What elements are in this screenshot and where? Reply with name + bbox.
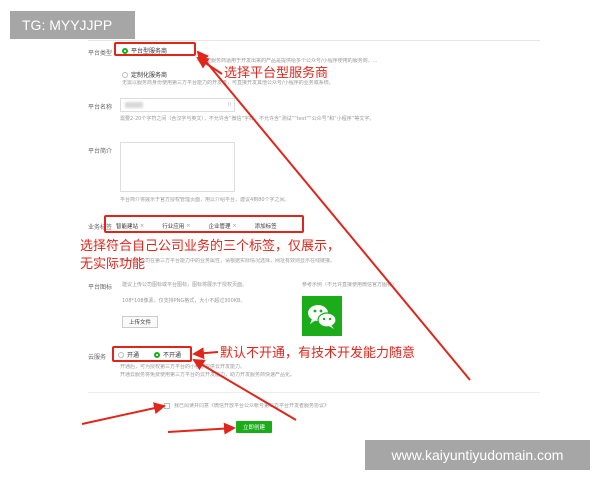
radio-custom-service-provider[interactable]: 定制化服务商 — [122, 70, 167, 79]
upload-file-button[interactable]: 上传文件 — [122, 316, 158, 328]
platform-name-input[interactable]: 0 — [120, 98, 235, 112]
platform-intro-textarea[interactable] — [120, 142, 235, 192]
platform-icon-example-label: 参考示例（不允许直接使用微信官方图标） — [302, 282, 398, 288]
wechat-logo-icon — [302, 296, 342, 336]
watermark-bottom-right: www.kaiyuntiyudomain.com — [365, 440, 590, 470]
top-divider — [88, 40, 540, 41]
platform-intro-label: 平台简介 — [88, 148, 113, 155]
platform-name-hint: 需要2-20个字符之间（含汉字与英文），不允许含“微信”字样，不允许含“测试”“… — [120, 116, 375, 122]
platform-icon-spec: 108*108像素，仅支持PNG格式，大小不超过300KB。 — [122, 298, 246, 304]
bottom-divider — [88, 392, 540, 393]
platform-name-label: 平台名称 — [88, 104, 113, 111]
platform-icon-label: 平台图标 — [88, 284, 113, 291]
business-tags-hint: 用于标识公司在第三方平台能力中的业务属性，请根据实际情况选择，网址有效则显示在线… — [120, 258, 336, 264]
platform-name-value-blurred — [125, 102, 143, 108]
arrow-to-agreement — [81, 402, 166, 425]
platform-type-hint-top: 平台型服务商适用于开发出来的产品是提供给多个公众号/小程序使用的服务商，... — [196, 58, 378, 64]
cloud-service-label: 云服务 — [88, 354, 107, 361]
arrow-to-submit — [167, 422, 236, 435]
cloud-service-hint2: 开通后，可为授权第三方平台的小程序提供云开发能力。 — [120, 364, 246, 370]
screenshot: 平台类型 平台型服务商 平台型服务商适用于开发出来的产品是提供给多个公众号/小程… — [0, 0, 600, 480]
arrow-to-cloud-service — [192, 347, 219, 360]
platform-intro-hint: 平台简介将展示于官方授权管理页面，用以介绍平台，建议4到80个字之间。 — [120, 197, 290, 203]
platform-type-label: 平台类型 — [88, 50, 113, 57]
cloud-service-hint: 开通云服务将免费使用第三方平台的云开发能力，助力开发服务商快速产品化。 — [120, 372, 296, 378]
agreement-text: 我已阅读并同意《微信开放平台公众帐号第三方平台开发者服务协议》 — [174, 403, 330, 409]
annotation-platform-type: 选择平台型服务商 — [224, 66, 329, 81]
create-now-button[interactable]: 立即创建 — [236, 421, 272, 433]
platform-icon-hint: 建议上传公司图标或平台图标，图标将展示于授权页面。 — [122, 282, 248, 288]
highlight-platform-type — [114, 42, 196, 56]
annotation-tags-line1: 选择符合自己公司业务的三个标签，仅展示， — [80, 239, 341, 254]
platform-name-char-count: 0 — [227, 102, 231, 108]
highlight-business-tags — [104, 215, 304, 233]
annotation-cloud-service: 默认不开通，有技术开发能力随意 — [220, 346, 416, 361]
annotation-tags-line2: 无实际功能 — [80, 257, 146, 272]
wechat-bubbles-icon — [308, 305, 337, 329]
agreement-checkbox[interactable] — [164, 403, 170, 409]
watermark-top-left: TG: MYYJJPP — [10, 11, 135, 39]
highlight-cloud-service — [112, 346, 192, 362]
radio-unselected-icon — [122, 71, 128, 78]
